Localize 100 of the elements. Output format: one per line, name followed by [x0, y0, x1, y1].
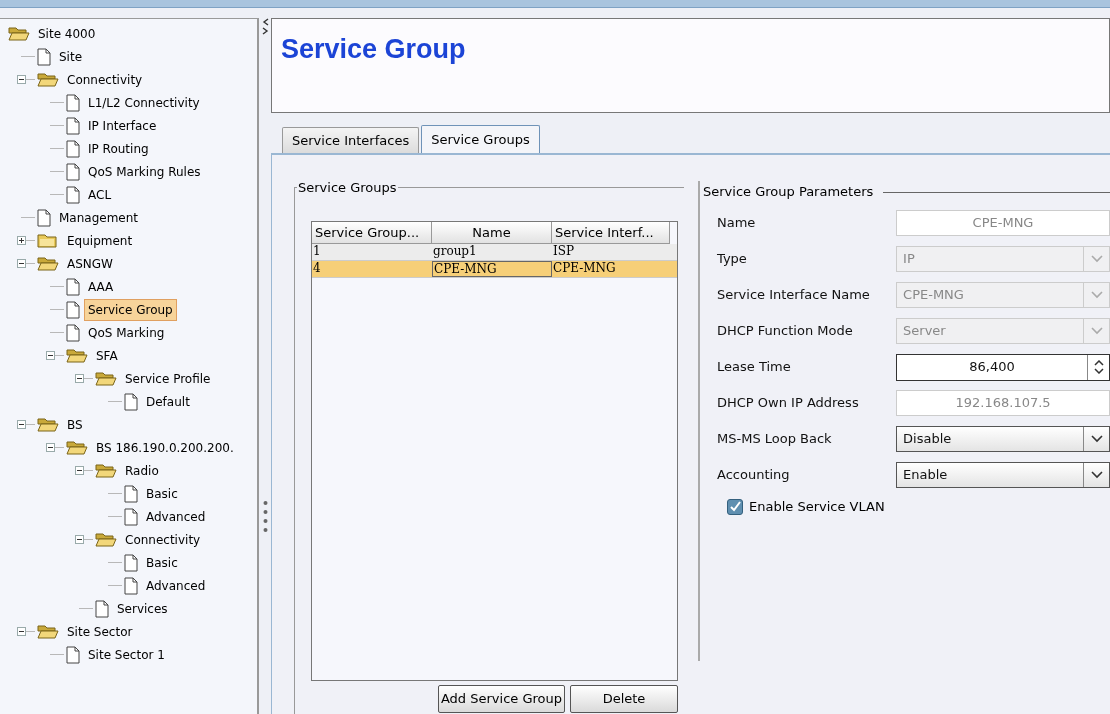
dropdown-chevron-icon — [1090, 435, 1103, 443]
spinner-arrows-icon — [1093, 360, 1104, 374]
tree-item[interactable]: Equipment — [63, 229, 137, 252]
action-button[interactable]: Delete — [570, 685, 678, 713]
document-icon — [124, 576, 138, 595]
tree-item[interactable]: ASNGW — [63, 252, 117, 275]
collapse-toggle[interactable] — [46, 443, 55, 452]
document-icon — [95, 599, 109, 618]
table-row[interactable]: 1 group1 ISP — [312, 244, 677, 261]
collapse-toggle[interactable] — [17, 259, 26, 268]
collapse-toggle[interactable] — [75, 535, 84, 544]
table-cell-text: CPE-MNG — [552, 261, 617, 277]
collapse-toggle[interactable] — [17, 627, 26, 636]
checkmark-icon — [729, 500, 741, 513]
collapse-arrows-icon[interactable] — [261, 18, 269, 36]
dropdown-chevron-icon — [1090, 471, 1103, 479]
field-label: DHCP Function Mode — [717, 322, 854, 341]
tree-item[interactable]: ACL — [84, 183, 116, 206]
tree-item[interactable]: Advanced — [142, 574, 210, 597]
tab[interactable]: Service Interfaces — [282, 127, 420, 153]
group-title: Service Group Parameters — [703, 183, 875, 202]
splitter-grip-icon[interactable] — [262, 500, 268, 534]
document-icon — [124, 392, 138, 411]
tree-item[interactable]: Connectivity — [121, 528, 205, 551]
open-folder-icon — [95, 531, 117, 548]
tree-item[interactable]: Management — [55, 206, 143, 229]
page-title: Service Group — [281, 33, 467, 66]
tree-item[interactable]: AAA — [84, 275, 118, 298]
tree-item[interactable]: Connectivity — [63, 68, 147, 91]
document-icon — [37, 208, 51, 227]
table-cell-text: 1 — [312, 244, 322, 260]
table-cell-text: group1 — [432, 244, 478, 260]
tree-item[interactable]: Service Group — [84, 298, 177, 321]
tree-item[interactable]: Service Profile — [121, 367, 215, 390]
document-icon — [66, 139, 80, 158]
dropdown-chevron-icon — [1090, 327, 1103, 335]
tree-item[interactable]: Basic — [142, 482, 182, 505]
document-icon — [66, 300, 80, 319]
document-icon — [66, 93, 80, 112]
column-header[interactable]: Service Group... — [312, 222, 432, 244]
table-cell: CPE-MNG — [432, 261, 552, 277]
field-label: Type — [717, 250, 748, 269]
expand-toggle[interactable] — [17, 236, 26, 245]
table-cell-text: ISP — [552, 244, 576, 260]
document-icon — [124, 507, 138, 526]
document-icon — [66, 116, 80, 135]
tree-item[interactable]: Advanced — [142, 505, 210, 528]
column-header[interactable]: Service Interf... — [552, 222, 670, 244]
tree-item[interactable]: Site Sector — [63, 620, 137, 643]
tree-item[interactable]: Site — [55, 45, 87, 68]
tree-item[interactable]: Radio — [121, 459, 163, 482]
collapse-toggle[interactable] — [75, 466, 84, 475]
tree-item[interactable]: QoS Marking — [84, 321, 169, 344]
document-icon — [66, 277, 80, 296]
open-folder-icon — [66, 439, 88, 456]
dropdown[interactable]: Enable — [896, 462, 1110, 488]
tree-item[interactable]: IP Routing — [84, 137, 153, 160]
open-folder-icon — [37, 623, 59, 640]
field-label: Lease Time — [717, 358, 792, 377]
dropdown-chevron-icon — [1090, 291, 1103, 299]
tree-item[interactable]: SFA — [92, 344, 122, 367]
open-folder-icon — [37, 71, 59, 88]
document-icon — [124, 553, 138, 572]
tree-item[interactable]: L1/L2 Connectivity — [84, 91, 204, 114]
tree-item[interactable]: Site 4000 — [34, 22, 100, 45]
dropdown[interactable]: Disable — [896, 426, 1110, 452]
tree-item[interactable]: BS 186.190.0.200.200. — [92, 436, 238, 459]
tree-item[interactable]: Basic — [142, 551, 182, 574]
field-label: MS-MS Loop Back — [717, 430, 833, 449]
column-header[interactable]: Name — [432, 222, 552, 244]
collapse-toggle[interactable] — [75, 374, 84, 383]
document-icon — [66, 323, 80, 342]
tree-item[interactable]: QoS Marking Rules — [84, 160, 205, 183]
field-label: DHCP Own IP Address — [717, 394, 860, 413]
table-row[interactable]: 4 CPE-MNG CPE-MNG — [312, 261, 677, 278]
collapse-toggle[interactable] — [17, 420, 26, 429]
dropdown-chevron-icon — [1090, 255, 1103, 263]
open-folder-icon — [95, 462, 117, 479]
collapse-toggle[interactable] — [17, 75, 26, 84]
checkbox[interactable] — [727, 498, 743, 515]
tree-item[interactable]: BS — [63, 413, 87, 436]
number-spinner[interactable]: 86,400 — [896, 353, 1110, 381]
open-folder-icon — [8, 25, 30, 42]
collapse-toggle[interactable] — [46, 351, 55, 360]
field-label: Accounting — [717, 466, 791, 485]
table-cell-text: 4 — [312, 261, 322, 277]
tab[interactable]: Service Groups — [421, 125, 540, 153]
open-folder-icon — [95, 370, 117, 387]
action-button[interactable]: Add Service Group — [437, 685, 565, 713]
document-icon — [66, 645, 80, 664]
document-icon — [37, 47, 51, 66]
field-label: Name — [717, 214, 757, 233]
tree-item[interactable]: Site Sector 1 — [84, 643, 169, 666]
tree-item[interactable]: Services — [113, 597, 172, 620]
tree-item[interactable]: IP Interface — [84, 114, 161, 137]
document-icon — [66, 185, 80, 204]
field-label: Service Interface Name — [717, 286, 871, 305]
tree-item[interactable]: Default — [142, 390, 194, 413]
checkbox-label: Enable Service VLAN — [749, 498, 885, 516]
open-folder-icon — [66, 347, 88, 364]
